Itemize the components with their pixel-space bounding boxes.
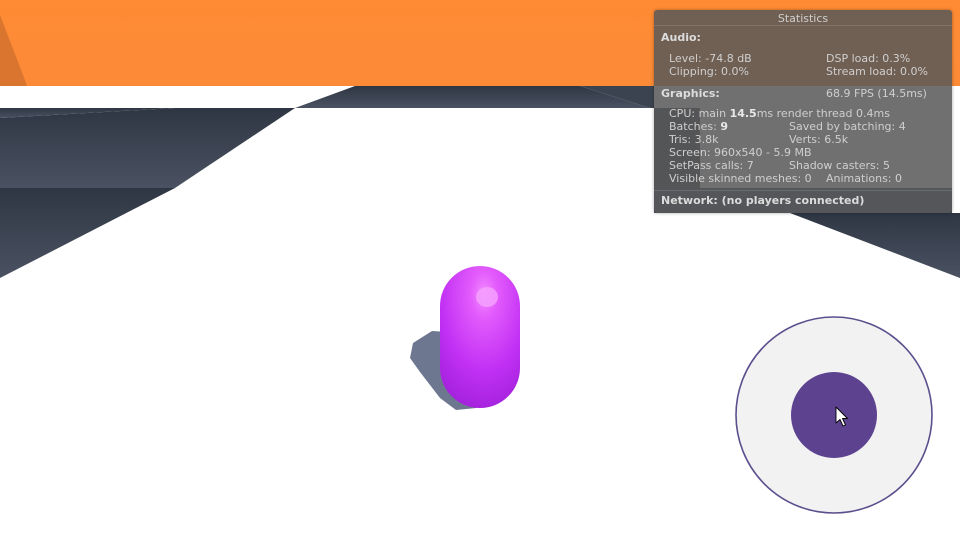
cpu-prefix: CPU: main (669, 107, 730, 120)
graphics-animations: Animations: 0 (826, 172, 903, 185)
statistics-title: Statistics (777, 12, 829, 25)
player-highlight (476, 287, 498, 307)
graphics-shadow-casters: Shadow casters: 5 (789, 159, 890, 172)
audio-level: Level: -74.8 dB (669, 52, 752, 65)
title-divider (654, 25, 952, 26)
statistics-panel: Statistics Audio: Level: -74.8 dB DSP lo… (654, 10, 952, 213)
virtual-joystick[interactable] (735, 316, 933, 514)
batches-value: 9 (720, 120, 728, 133)
audio-stream-load: Stream load: 0.0% (826, 65, 928, 78)
graphics-cpu: CPU: main 14.5ms render thread 0.4ms (669, 107, 890, 120)
graphics-header: Graphics: (661, 87, 720, 100)
graphics-verts: Verts: 6.5k (789, 133, 849, 146)
graphics-tris: Tris: 3.8k (669, 133, 719, 146)
cpu-suffix: ms render thread 0.4ms (756, 107, 890, 120)
graphics-visible-skinned-meshes: Visible skinned meshes: 0 (669, 172, 812, 185)
graphics-fps: 68.9 FPS (14.5ms) (826, 87, 927, 100)
audio-dsp-load: DSP load: 0.3% (826, 52, 911, 65)
batches-prefix: Batches: (669, 120, 721, 133)
graphics-setpass-calls: SetPass calls: 7 (669, 159, 754, 172)
graphics-saved-by-batching: Saved by batching: 4 (789, 120, 906, 133)
cpu-main-value: 14.5 (729, 107, 757, 120)
graphics-screen: Screen: 960x540 - 5.9 MB (669, 146, 812, 159)
network-divider (654, 190, 952, 191)
player-capsule (440, 266, 520, 408)
audio-clipping: Clipping: 0.0% (669, 65, 749, 78)
joystick-knob[interactable] (791, 372, 877, 458)
audio-header: Audio: (661, 31, 701, 44)
graphics-batches: Batches: 9 (669, 120, 728, 133)
network-status: Network: (no players connected) (661, 194, 865, 207)
